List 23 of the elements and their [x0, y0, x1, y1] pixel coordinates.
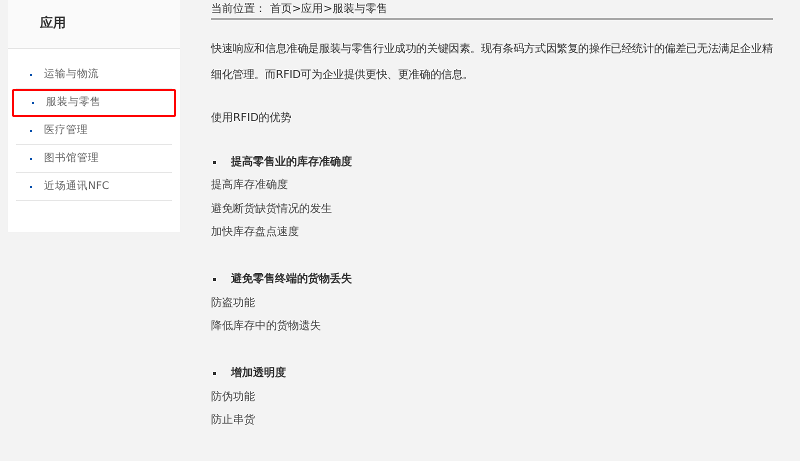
bullet-icon: [213, 372, 216, 375]
subtitle-text: 使用RFID的优势: [211, 110, 293, 126]
sidebar-item[interactable]: 运输与物流: [16, 61, 172, 89]
list-text: 降低库存中的货物遗失: [211, 318, 321, 334]
bullet-icon: [213, 160, 216, 164]
list-text: 防止串货: [211, 412, 255, 428]
bullet-icon: [213, 278, 216, 281]
sidebar-item[interactable]: 服装与零售: [12, 89, 176, 117]
sidebar-item[interactable]: 近场通讯NFC: [16, 173, 172, 201]
breadcrumb-label: 当前位置：: [211, 0, 266, 16]
list-text: 加快库存盘点速度: [211, 224, 299, 240]
section-heading: 避免零售终端的货物丢失: [231, 271, 352, 288]
intro-paragraph: 快速响应和信息准确是服装与零售行业成功的关键因素。现有条码方式因繁复的操作已经统计的偏差已无法满足企业精细化管理。而RFID可为企业提供更快、更准确的信息。: [211, 41, 773, 83]
list-text: 避免断货缺货情况的发生: [211, 200, 332, 216]
section-heading: 增加透明度: [231, 365, 286, 382]
section-heading: 提高零售业的库存准确度: [231, 154, 352, 170]
list-text: 防盗功能: [211, 294, 255, 310]
breadcrumb-path: 首页>应用>服装与零售: [270, 0, 388, 16]
list-text: 防伪功能: [211, 388, 255, 404]
list-text: 提高库存准确度: [211, 177, 288, 193]
sidebar-item[interactable]: 医疗管理: [16, 117, 172, 145]
sidebar-item[interactable]: 图书馆管理: [16, 145, 172, 173]
sidebar-title: 应用: [40, 14, 66, 34]
